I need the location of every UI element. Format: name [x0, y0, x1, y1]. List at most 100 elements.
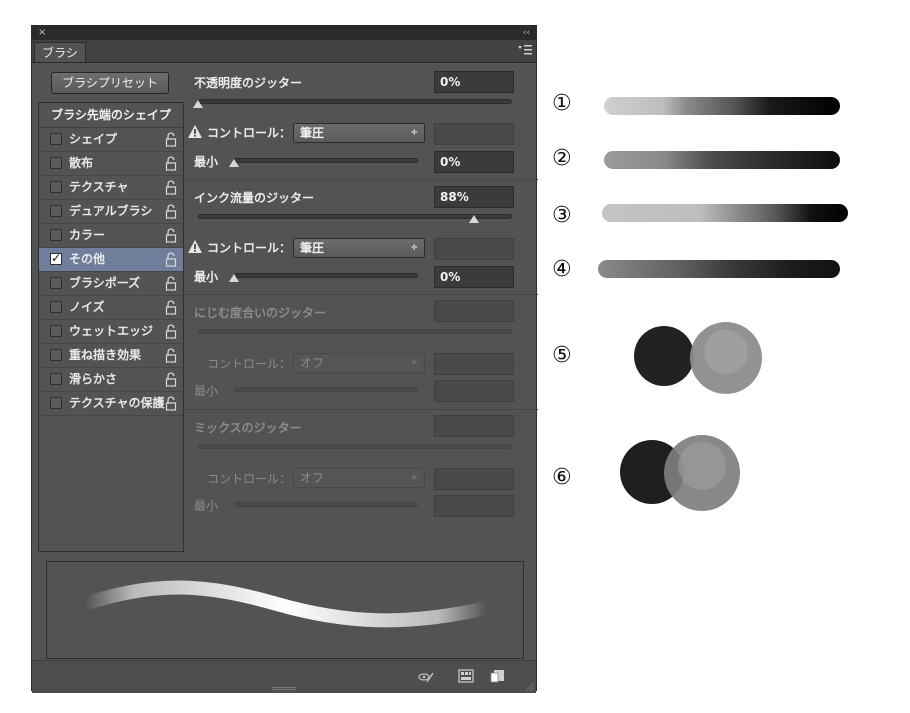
eye-brush-icon[interactable] — [418, 670, 434, 684]
sidebar-item[interactable]: ノイズ — [39, 296, 183, 320]
flow-min-thumb[interactable] — [229, 274, 239, 282]
panel-titlebar: × ‹‹ — [32, 26, 536, 40]
tab-row: ブラシ — [32, 40, 536, 63]
opacity-control-box — [434, 123, 514, 145]
panel-menu-icon[interactable] — [518, 45, 532, 55]
checkbox[interactable] — [50, 397, 62, 409]
lock-icon[interactable] — [165, 156, 177, 171]
checkbox[interactable] — [50, 325, 62, 337]
stroke-3 — [602, 204, 848, 222]
opacity-control-label: コントロール： — [207, 126, 292, 140]
mix-control-box — [434, 468, 514, 490]
flow-min-input[interactable]: 0% — [434, 266, 514, 288]
lock-icon[interactable] — [165, 348, 177, 363]
brush-preset-button[interactable]: ブラシプリセット — [51, 72, 169, 94]
flow-control-label: コントロール： — [207, 241, 292, 255]
checkbox[interactable] — [50, 181, 62, 193]
sidebar-item-label: ブラシポーズ — [69, 276, 141, 290]
wetness-min-slider — [234, 387, 418, 392]
lock-icon[interactable] — [165, 324, 177, 339]
wetness-jitter-slider — [198, 329, 512, 334]
mix-min-label: 最小 — [194, 499, 219, 513]
dropdown-arrow-icon: ÷ — [410, 243, 418, 253]
lock-icon[interactable] — [165, 180, 177, 195]
lock-icon[interactable] — [165, 228, 177, 243]
brush-grid-icon[interactable] — [458, 669, 474, 683]
opacity-jitter-label: 不透明度のジッター — [194, 76, 303, 90]
lock-icon[interactable] — [165, 300, 177, 315]
sidebar-item[interactable]: カラー — [39, 224, 183, 248]
opacity-min-slider[interactable] — [234, 158, 418, 163]
mix-jitter-input — [434, 415, 514, 437]
new-preset-icon[interactable] — [490, 669, 506, 683]
checkbox[interactable] — [50, 205, 62, 217]
dropdown-arrow-icon: ÷ — [410, 128, 418, 138]
example-number-label: ④ — [552, 257, 572, 282]
flow-control-select[interactable]: 筆圧 ÷ — [293, 238, 425, 258]
close-icon[interactable]: × — [38, 26, 46, 40]
checkbox[interactable] — [50, 157, 62, 169]
sidebar-item-label: 重ね描き効果 — [69, 348, 142, 362]
sidebar-item[interactable]: 滑らかさ — [39, 368, 183, 392]
sidebar-item[interactable]: ✓ その他 — [39, 248, 183, 272]
opacity-jitter-input[interactable]: 0% — [434, 71, 514, 93]
brush-panel: × ‹‹ ブラシ ブラシプリセット ブラシ先端のシェイプ シェイプ 散布 テクスチャ… — [31, 25, 538, 693]
lock-icon[interactable] — [165, 276, 177, 291]
sidebar-item[interactable]: 散布 — [39, 152, 183, 176]
lock-icon[interactable] — [165, 372, 177, 387]
sidebar-item-label: ウェットエッジ — [69, 324, 154, 338]
lock-icon[interactable] — [165, 396, 177, 411]
opacity-control-select[interactable]: 筆圧 ÷ — [293, 123, 425, 143]
checkbox[interactable] — [50, 349, 62, 361]
lock-icon[interactable] — [165, 252, 177, 267]
checkbox[interactable] — [50, 133, 62, 145]
sidebar-item[interactable]: デュアルブラシ — [39, 200, 183, 224]
stroke-preview-graphic — [78, 580, 494, 628]
checkbox[interactable] — [50, 373, 62, 385]
flow-min-slider[interactable] — [234, 273, 418, 278]
mix-control-value: オフ — [300, 471, 325, 485]
sidebar-item[interactable]: ウェットエッジ — [39, 320, 183, 344]
corner-resize-icon[interactable] — [526, 683, 534, 691]
lock-icon[interactable] — [165, 132, 177, 147]
resize-grip[interactable] — [272, 687, 296, 691]
checkbox[interactable]: ✓ — [50, 252, 62, 265]
sidebar-item-label: その他 — [69, 252, 106, 266]
collapse-icon[interactable]: ‹‹ — [523, 26, 530, 40]
checkbox[interactable] — [50, 301, 62, 313]
checkbox[interactable] — [50, 277, 62, 289]
wetness-jitter-label: にじむ度合いのジッター — [194, 306, 327, 320]
sidebar-item[interactable]: テクスチャの保護 — [39, 392, 183, 416]
sidebar-item[interactable]: ブラシポーズ — [39, 272, 183, 296]
checkbox[interactable] — [50, 229, 62, 241]
sidebar-item[interactable]: 重ね描き効果 — [39, 344, 183, 368]
opacity-min-label: 最小 — [194, 155, 219, 169]
opacity-min-input[interactable]: 0% — [434, 151, 514, 173]
dabs-5 — [634, 322, 762, 394]
wetness-control-box — [434, 353, 514, 375]
opacity-min-thumb[interactable] — [229, 159, 239, 167]
flow-jitter-thumb[interactable] — [469, 215, 480, 223]
flow-jitter-input[interactable]: 88% — [434, 186, 514, 208]
example-number-label: ⑤ — [552, 343, 572, 368]
stroke-2 — [604, 151, 840, 169]
sidebar-item[interactable]: テクスチャ — [39, 176, 183, 200]
warning-icon — [188, 125, 202, 138]
flow-jitter-slider[interactable] — [198, 214, 512, 219]
tab-brush[interactable]: ブラシ — [34, 42, 86, 62]
sidebar-item-label: 滑らかさ — [69, 372, 118, 386]
stroke-1 — [604, 97, 840, 115]
sidebar-item-label: ノイズ — [69, 300, 105, 314]
brush-stroke-preview — [46, 561, 524, 659]
example-number-label: ③ — [552, 203, 572, 228]
opacity-jitter-slider[interactable] — [198, 99, 512, 104]
lock-icon[interactable] — [165, 204, 177, 219]
brush-tip-shape-item[interactable]: ブラシ先端のシェイプ — [39, 103, 183, 128]
section-divider — [182, 409, 538, 410]
opacity-jitter-thumb[interactable] — [193, 100, 203, 108]
example-strokes — [598, 97, 848, 511]
mix-jitter-label: ミックスのジッター — [194, 421, 302, 435]
sidebar-item[interactable]: シェイプ — [39, 128, 183, 152]
section-divider — [182, 179, 538, 180]
wetness-control-label: コントロール： — [207, 357, 292, 371]
